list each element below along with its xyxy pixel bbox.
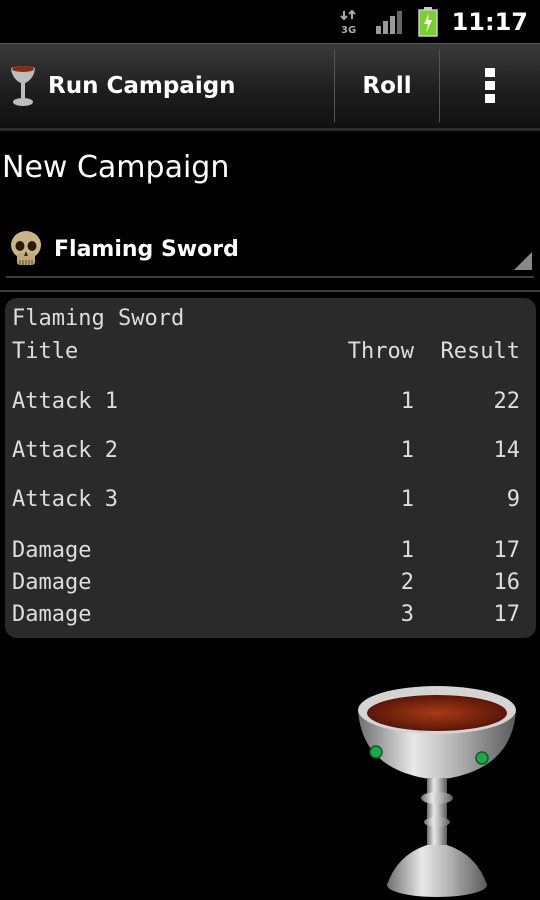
row-title: Damage [12, 602, 92, 627]
clock: 11:17 [451, 7, 528, 36]
row-throw: 1 [400, 438, 414, 463]
row-throw: 1 [400, 389, 414, 414]
row-throw: 1 [400, 487, 414, 512]
row-title: Attack 3 [12, 487, 118, 512]
network-label: 3G [341, 25, 356, 35]
overflow-menu-icon [485, 68, 495, 103]
row-title: Attack 2 [12, 438, 118, 463]
row-throw: 3 [400, 602, 414, 627]
header-throw: Throw [347, 339, 414, 364]
goblet-image [352, 680, 522, 900]
row-throw: 2 [400, 570, 414, 595]
status-bar: 3G 11:17 [0, 0, 540, 43]
app-home[interactable]: Run Campaign [0, 44, 334, 128]
app-title: Run Campaign [48, 73, 236, 99]
battery-charging-icon [417, 6, 438, 37]
row-result: 16 [493, 570, 521, 595]
row-result: 17 [493, 602, 521, 627]
roll-button[interactable]: Roll [335, 44, 439, 128]
row-result: 17 [493, 538, 521, 563]
row-title: Damage [12, 570, 92, 595]
row-result: 22 [493, 389, 521, 414]
row-throw: 1 [400, 538, 414, 563]
results-name: Flaming Sword [12, 306, 185, 331]
skull-icon [8, 229, 44, 269]
network-3g-icon: 3G [339, 9, 362, 35]
row-title: Attack 1 [12, 389, 118, 414]
row-result: 9 [506, 487, 520, 512]
signal-icon [375, 10, 404, 34]
header-result: Result [440, 339, 520, 364]
row-result: 14 [493, 438, 521, 463]
goblet-icon [8, 64, 38, 108]
results-panel: Flaming Sword Title Throw Result Attack … [5, 298, 536, 638]
overflow-menu-button[interactable] [440, 44, 540, 128]
page-title: New Campaign [2, 150, 230, 185]
action-bar: Run Campaign Roll [0, 43, 540, 131]
row-title: Damage [12, 538, 92, 563]
spinner-selected-value: Flaming Sword [54, 236, 239, 262]
divider [0, 290, 540, 292]
header-title: Title [12, 339, 79, 364]
campaign-spinner[interactable]: Flaming Sword [6, 222, 534, 278]
dropdown-triangle-icon [514, 252, 532, 274]
